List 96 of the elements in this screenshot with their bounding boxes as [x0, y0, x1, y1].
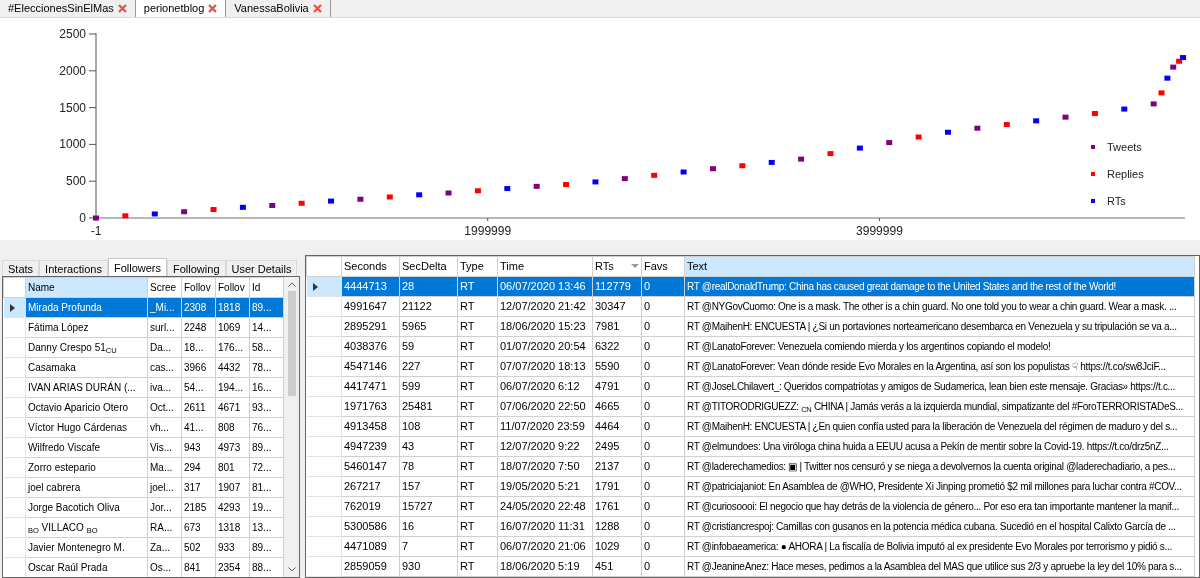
- table-cell: RT @JeanineAnez: Hace meses, pedimos a la Asamblea del MAS que utilice sus 2/3 y apruebe la ley del 10% para s...: [684, 556, 1195, 577]
- table-cell: RT @JoseLChilavert_: Queridos compatriotas y amigos de Sudamerica, lean bien este mensaje. Gracias» https://t.c...: [684, 376, 1195, 397]
- table-cell: RT @infobaeamerica: ● AHORA | La fiscalía de Bolivia imputó al ex presidente Evo Morales por terrorismo y pidió s...: [684, 536, 1195, 557]
- axis-tick-label: -1: [90, 224, 102, 238]
- table-cell: RT @cristiancrespoj: Camillas con gusanos en la potencia médica cubana. Sucedió en el hospital Calixto García de ...: [684, 516, 1195, 537]
- data-point: [915, 134, 922, 140]
- tab[interactable]: Followers: [107, 258, 168, 276]
- axis-tick-label: 1500: [59, 100, 86, 115]
- axis-tick-label: 2500: [59, 27, 86, 41]
- data-point: [563, 182, 570, 187]
- scroll-up-icon[interactable]: [287, 282, 296, 287]
- close-icon[interactable]: [117, 4, 127, 13]
- table-cell: RT @MaihenH: ENCUESTA | ¿En quien confía usted para la liberación de Venezuela del régimen de maduro y del s...: [684, 416, 1195, 437]
- column-header[interactable]: Scree: [147, 277, 182, 298]
- data-point: [592, 179, 599, 185]
- table-cell: RT @NYGovCuomo: One is a mask. The other is a chin guard. No one told you to wear a chin guard. Wear a mask. ...: [684, 296, 1195, 317]
- data-point: [533, 183, 540, 189]
- vertical-scrollbar[interactable]: [284, 277, 299, 577]
- scrollbar-thumb[interactable]: [287, 291, 296, 396]
- data-point: [122, 213, 129, 219]
- data-point: [739, 163, 746, 169]
- data-point: [239, 204, 246, 210]
- data-point: [886, 140, 893, 146]
- column-header[interactable]: Follov: [181, 277, 216, 298]
- axis-tick-label: 0: [79, 211, 86, 225]
- row-pointer-icon: [9, 303, 15, 312]
- data-point: [386, 194, 393, 200]
- table-cell: RT @patriciajaniot: En Asamblea de @WHO, Presidente Xi Jinping prometió $2 mil millones para luchar contra #COV...: [684, 476, 1195, 497]
- table-cell: RT @LanatoForever: Venezuela comiendo mierda y los argentinos copiando el modelo!: [684, 336, 1195, 357]
- close-icon[interactable]: [208, 3, 218, 13]
- column-header[interactable]: Id: [249, 277, 284, 298]
- legend-label: Tweets: [1107, 141, 1142, 153]
- tab[interactable]: User Details: [225, 260, 298, 276]
- table-cell: RT @TITORODRIGUEZZ: $_{CN}$ CHINA | Jamás verás a la izquierda mundial, simpatizante del #ForoTERRORISTADeS...: [684, 396, 1195, 417]
- data-point: [1158, 90, 1165, 96]
- data-point: [474, 188, 481, 194]
- tab[interactable]: Interactions: [39, 260, 108, 276]
- scroll-down-icon[interactable]: [287, 567, 296, 572]
- sort-arrow-icon: [631, 264, 639, 269]
- column-header[interactable]: Time: [497, 256, 593, 277]
- column-header[interactable]: Type: [457, 256, 498, 277]
- data-point: [974, 125, 981, 131]
- column-header[interactable]: Follov: [215, 277, 250, 298]
- axis-tick-label: 2000: [59, 63, 86, 78]
- data-point: [768, 159, 775, 165]
- data-point: [1164, 75, 1171, 81]
- legend-label: RTs: [1107, 195, 1126, 207]
- data-point: [298, 200, 305, 206]
- legend-label: Replies: [1107, 168, 1144, 180]
- data-point: [945, 129, 951, 135]
- data-point: [357, 196, 364, 202]
- column-header[interactable]: Seconds: [341, 256, 400, 277]
- data-point: [1033, 118, 1040, 124]
- data-point: [1121, 106, 1128, 112]
- row-header[interactable]: [3, 297, 26, 318]
- table-cell: RT @curiosoooi: El negocio que hay detrás de la violencia de género... Por eso era tan importante mantener la manif...: [684, 496, 1195, 517]
- data-point: [856, 145, 863, 151]
- axis-tick-label: 3999999: [856, 224, 903, 238]
- data-point: [651, 172, 658, 178]
- document-tab[interactable]: perionetblog: [135, 0, 227, 17]
- table-cell: RT @elmundoes: Una viróloga china huida a EEUU acusa a Pekín de mentir sobre la Covid-19. https://t.co/drz5nZ...: [684, 436, 1195, 457]
- data-point: [210, 207, 217, 213]
- column-header[interactable]: SecDelta: [399, 256, 458, 277]
- tab[interactable]: Following: [167, 260, 226, 276]
- data-point: [709, 166, 716, 172]
- data-point: [328, 198, 335, 204]
- row-header[interactable]: [306, 276, 342, 297]
- axis-tick-label: 1000: [59, 137, 86, 152]
- column-header[interactable]: Name: [25, 277, 148, 298]
- data-point: [1091, 111, 1098, 116]
- table-cell: RT @realDonaldTrump: China has caused great damage to the United States and the rest of the World!: [684, 276, 1195, 297]
- table-cell: RT @LanatoForever: Vean dónde reside Evo Morales en la Argentina, así son los populistas ☟ https://t.co/sw8JciF...: [684, 356, 1195, 377]
- axis-tick-label: 1999999: [464, 224, 512, 238]
- data-point: [93, 215, 99, 221]
- data-point: [416, 192, 423, 198]
- column-header[interactable]: RTs: [592, 256, 642, 277]
- data-point: [827, 151, 834, 157]
- data-point: [1003, 122, 1010, 128]
- data-point: [1062, 114, 1069, 120]
- data-point: [680, 169, 687, 175]
- table-cell: RT @MaihenH: ENCUESTA | ¿Si un portaviones norteamericano desembarca en Venezuela y su tripulación se va a...: [684, 316, 1195, 337]
- close-icon[interactable]: [312, 4, 322, 13]
- data-point: [798, 156, 805, 162]
- column-header[interactable]: Text: [684, 256, 1195, 277]
- data-point: [269, 203, 276, 208]
- data-point: [1150, 101, 1157, 107]
- data-point: [181, 209, 188, 215]
- axis-tick-label: 500: [65, 174, 86, 189]
- data-point: [445, 190, 452, 196]
- data-point: [621, 176, 628, 182]
- column-header[interactable]: Favs: [641, 256, 685, 277]
- table-cell: RT @laderechamedios: ▣ | Twitter nos censuró y se niega a devolvernos la cuenta original @laderechadiario, a pes...: [684, 456, 1195, 477]
- tab[interactable]: Stats: [2, 260, 40, 276]
- row-pointer-icon: [312, 282, 318, 291]
- data-point: [504, 186, 511, 192]
- data-point: [151, 211, 158, 217]
